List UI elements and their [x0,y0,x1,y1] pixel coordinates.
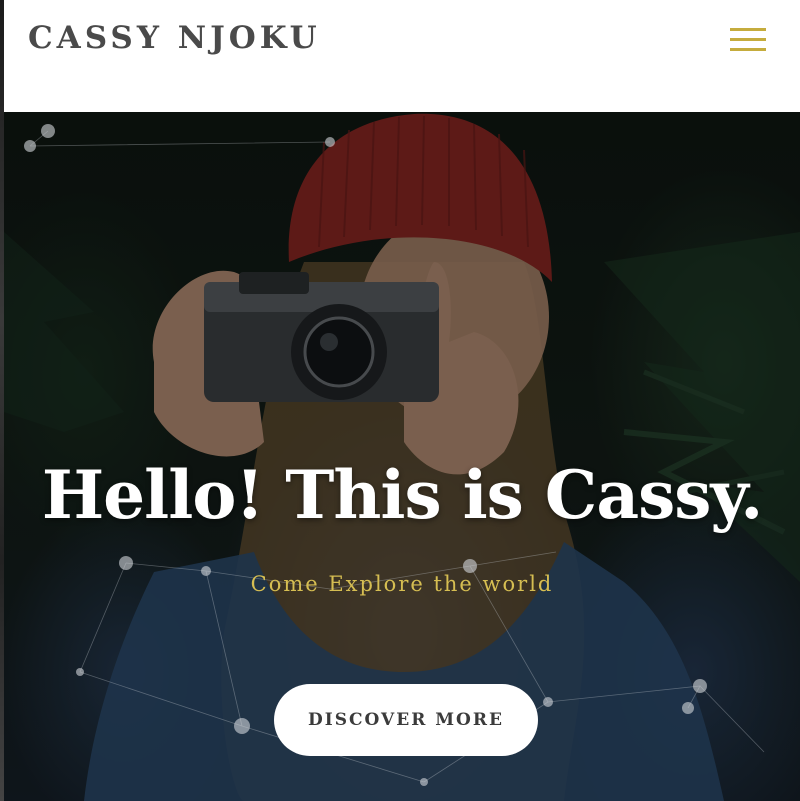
hero-title: Hello! This is Cassy. [41,456,763,534]
hero-section: Hello! This is Cassy. Come Explore the w… [4,112,800,801]
menu-bar-bottom [730,48,766,51]
menu-bar-top [730,28,766,31]
site-logo[interactable]: CASSY NJOKU [28,20,321,56]
hamburger-menu-icon[interactable] [728,24,768,54]
site-header: CASSY NJOKU [4,0,800,112]
menu-bar-middle [730,38,766,41]
discover-more-button[interactable]: DISCOVER MORE [274,684,538,756]
hero-subtitle: Come Explore the world [250,572,554,596]
